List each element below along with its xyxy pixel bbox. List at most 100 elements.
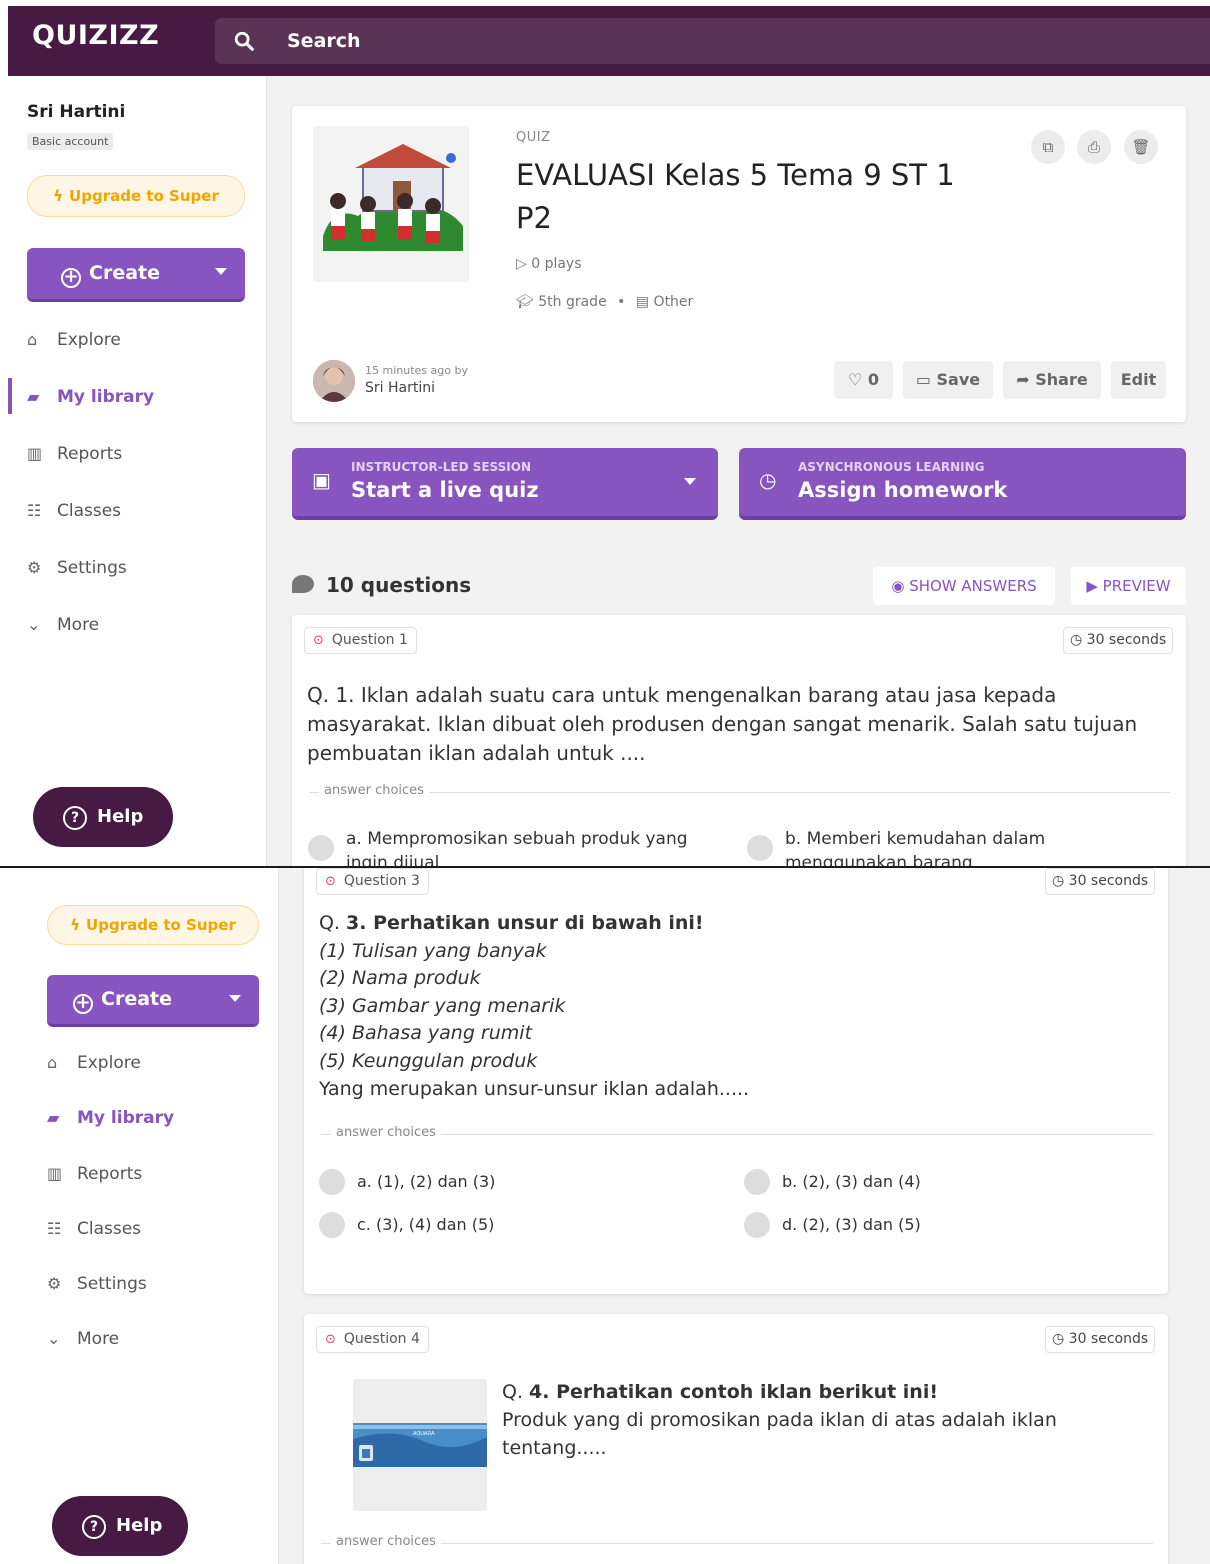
choice-indicator: [744, 1212, 770, 1238]
start-live-quiz-button[interactable]: ▣ INSTRUCTOR-LED SESSION Start a live qu…: [292, 448, 718, 520]
explore-icon: ⌂: [47, 1053, 58, 1072]
lightning-icon: ϟ: [53, 187, 64, 205]
sidebar-item-label: Explore: [77, 1053, 141, 1073]
help-button[interactable]: ? Help: [33, 787, 173, 847]
assign-homework-button[interactable]: ◷ ASYNCHRONOUS LEARNING Assign homework: [739, 448, 1186, 520]
quiz-title: EVALUASI Kelas 5 Tema 9 ST 1 P2: [516, 158, 955, 235]
print-icon: ⎙: [1087, 138, 1100, 156]
sidebar-item-settings[interactable]: ⚙ Settings: [47, 1274, 147, 1294]
preview-button[interactable]: ▶ PREVIEW: [1071, 567, 1186, 605]
sidebar-item-reports[interactable]: ▥ Reports: [27, 444, 122, 464]
search-input[interactable]: Search: [287, 30, 361, 52]
duplicate-button[interactable]: ⧉: [1031, 130, 1065, 164]
sidebar-item-classes[interactable]: ☷ Classes: [47, 1219, 141, 1239]
delete-button[interactable]: 🗑︎: [1124, 130, 1158, 164]
share-button[interactable]: ➦ Share: [1003, 361, 1101, 399]
choice-text: b. (2), (3) dan (4): [782, 1172, 921, 1191]
main-content: ⊙ Question 3 ◷ 30 seconds Q. 3. Perhatika…: [279, 868, 1210, 1564]
gear-icon: ⚙: [27, 558, 42, 577]
quizizz-logo[interactable]: QUIZIZZ: [32, 20, 159, 51]
quiz-info-card: QUIZ EVALUASI Kelas 5 Tema 9 ST 1 P2 ▷ 0…: [292, 106, 1186, 422]
choice-indicator: [744, 1169, 770, 1195]
question-time: ◷ 30 seconds: [1063, 627, 1174, 654]
choice-text: d. (2), (3) dan (5): [782, 1215, 921, 1234]
chevron-down-icon[interactable]: [215, 268, 227, 275]
answer-choices-divider: [309, 792, 1170, 793]
sidebar-item-my-library[interactable]: ▰ My library: [27, 387, 154, 407]
user-name: Sri Hartini: [27, 102, 126, 122]
like-button[interactable]: ♡ 0: [834, 361, 893, 399]
upgrade-button[interactable]: ϟ Upgrade to Super: [47, 905, 259, 945]
upgrade-button[interactable]: ϟ Upgrade to Super: [27, 175, 245, 217]
plus-circle-icon: +: [61, 268, 81, 288]
help-button[interactable]: ? Help: [52, 1496, 188, 1556]
upgrade-label: Upgrade to Super: [86, 916, 236, 934]
time-label: 30 seconds: [1086, 632, 1167, 648]
sidebar-item-label: Settings: [77, 1274, 147, 1294]
target-icon: ⊙: [325, 874, 336, 889]
search-bar[interactable]: Search: [215, 18, 1210, 64]
answer-choices-divider: [321, 1543, 1153, 1544]
print-button[interactable]: ⎙: [1077, 130, 1111, 164]
question-prefix: Q.: [319, 912, 347, 934]
choice-text: b. Memberi kemudahan dalam menggunakan b…: [785, 829, 1046, 866]
question-label: ⊙ Question 4: [316, 1326, 429, 1353]
eye-icon: ◉: [891, 577, 910, 595]
clock-icon: ◷: [1052, 873, 1069, 889]
homework-sublabel: ASYNCHRONOUS LEARNING: [798, 460, 985, 474]
question-card-4: ⊙ Question 4 ◷ 30 seconds AQUADA Q. 4. Pe…: [304, 1314, 1168, 1564]
question-footer: Yang merupakan unsur-unsur iklan adalah.…: [319, 1077, 750, 1100]
sidebar-item-label: Classes: [57, 501, 122, 521]
help-icon: ?: [82, 1515, 106, 1539]
answer-choice-c: c. (3), (4) dan (5): [319, 1212, 699, 1240]
sidebar-item-reports[interactable]: ▥ Reports: [47, 1164, 142, 1184]
sidebar-item-my-library[interactable]: ▰ My library: [47, 1108, 174, 1128]
grade-label: 5th grade: [538, 294, 607, 310]
answer-choice-a: a. (1), (2) dan (3): [319, 1169, 699, 1197]
create-label: Create: [89, 262, 160, 284]
question-image: AQUADA: [353, 1379, 487, 1511]
classes-icon: ☷: [27, 501, 42, 520]
author-name[interactable]: Sri Hartini: [365, 380, 435, 396]
sidebar-item-more[interactable]: ⌄ More: [27, 615, 99, 635]
question-text: Q. 4. Perhatikan contoh iklan berikut in…: [502, 1378, 1082, 1462]
trash-icon: 🗑︎: [1131, 138, 1151, 156]
choice-text: a. Mempromosikan sebuah produk yang ingi…: [346, 829, 688, 866]
save-button[interactable]: ▭ Save: [903, 361, 993, 399]
plus-circle-icon: +: [73, 994, 93, 1014]
active-indicator: [8, 378, 12, 414]
quiz-meta: 🎓︎ 5th grade • ▤ Other: [516, 294, 693, 310]
edit-button[interactable]: Edit: [1111, 361, 1166, 399]
explore-icon: ⌂: [27, 330, 38, 349]
folder-icon: ▰: [27, 387, 40, 406]
folder-icon: ▰: [47, 1108, 60, 1127]
clock-icon: ◷: [759, 468, 777, 492]
questions-icon: [292, 575, 314, 593]
chevron-down-icon[interactable]: [229, 995, 241, 1002]
answer-choices-label: answer choices: [331, 1125, 441, 1140]
sidebar-item-label: Classes: [77, 1219, 142, 1239]
answer-choice-b: b. Memberi kemudahan dalam menggunakan b…: [747, 827, 1147, 866]
show-answers-button[interactable]: ◉ SHOW ANSWERS: [873, 567, 1055, 605]
create-button[interactable]: + Create: [47, 975, 259, 1027]
avatar[interactable]: [313, 360, 355, 402]
sidebar-item-explore[interactable]: ⌂ Explore: [47, 1053, 141, 1073]
book-icon: ▤: [635, 294, 654, 310]
graduation-cap-icon: 🎓︎: [516, 294, 539, 310]
lightning-icon: ϟ: [70, 916, 81, 934]
sidebar-item-settings[interactable]: ⚙ Settings: [27, 558, 127, 578]
question-body: Produk yang di promosikan pada iklan di …: [502, 1409, 1057, 1459]
question-heading: 4. Perhatikan contoh iklan berikut ini!: [529, 1381, 939, 1403]
reports-icon: ▥: [47, 1164, 63, 1183]
sidebar-item-explore[interactable]: ⌂ Explore: [27, 330, 121, 350]
image-caption: AQUADA: [413, 1431, 435, 1437]
quiz-type-label: QUIZ: [516, 130, 551, 145]
meta-separator: •: [617, 294, 626, 310]
create-button[interactable]: + Create: [27, 248, 245, 302]
sidebar-item-more[interactable]: ⌄ More: [47, 1329, 119, 1349]
chevron-down-icon[interactable]: [684, 478, 696, 485]
help-label: Help: [116, 1515, 163, 1536]
sidebar-item-classes[interactable]: ☷ Classes: [27, 501, 121, 521]
account-badge: Basic account: [27, 133, 114, 150]
answer-choice-a: a. Mempromosikan sebuah produk yang ingi…: [308, 827, 708, 866]
